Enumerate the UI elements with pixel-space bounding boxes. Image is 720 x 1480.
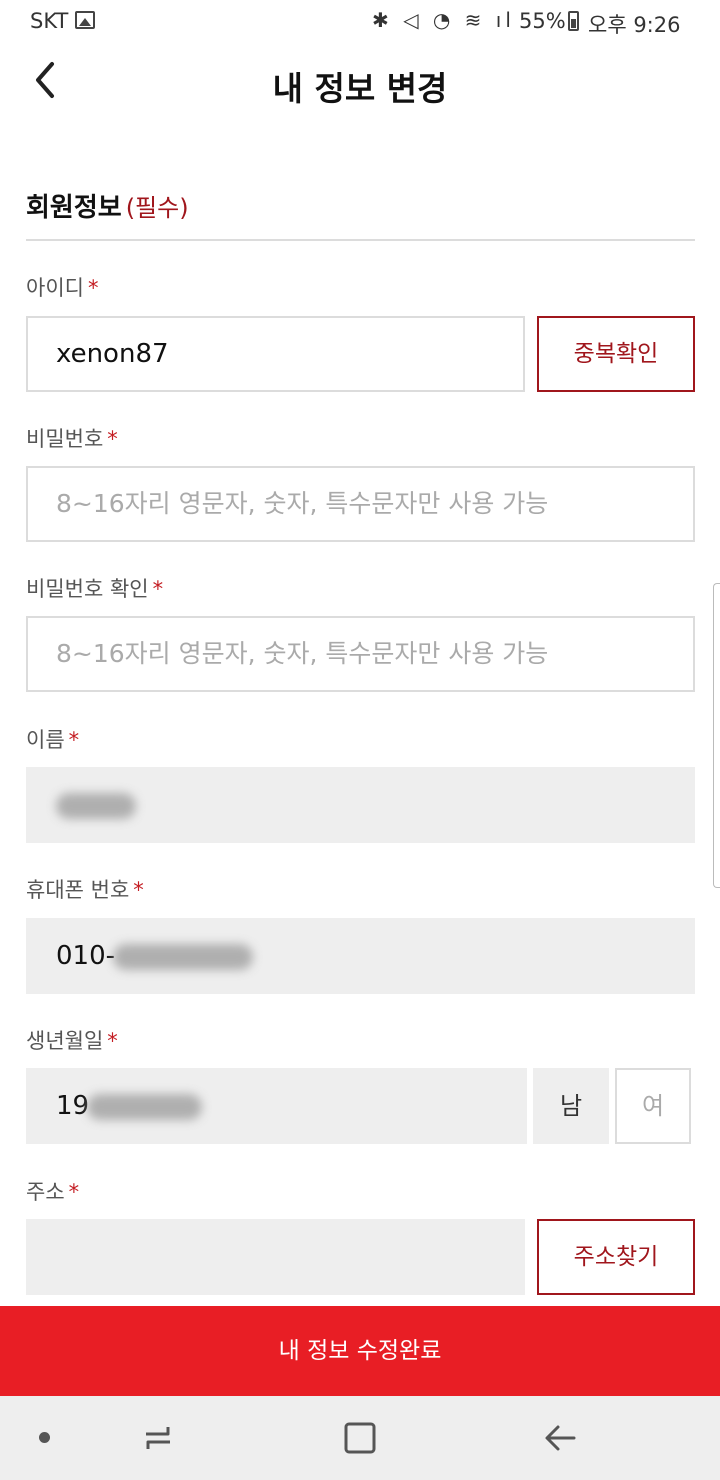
name-field bbox=[26, 767, 695, 843]
required-asterisk: * bbox=[68, 728, 80, 752]
page-title: 내 정보 변경 bbox=[272, 69, 448, 108]
required-asterisk: * bbox=[107, 427, 118, 451]
gallery-notification-icon bbox=[75, 11, 95, 29]
required-asterisk: * bbox=[133, 878, 144, 902]
home-square-icon bbox=[344, 1422, 376, 1454]
birth-value-prefix: 19 bbox=[56, 1091, 90, 1121]
submit-button[interactable]: 내 정보 수정완료 bbox=[0, 1306, 720, 1396]
phone-value-prefix: 010- bbox=[56, 941, 116, 971]
battery-percent: 55% bbox=[519, 9, 566, 33]
home-button[interactable] bbox=[340, 1418, 380, 1458]
phone-label-text: 휴대폰 번호 bbox=[26, 878, 130, 902]
password-label: 비밀번호 * bbox=[26, 423, 118, 453]
address-search-button[interactable]: 주소찾기 bbox=[537, 1219, 695, 1295]
id-input-value: xenon87 bbox=[56, 339, 169, 369]
nav-dot-icon bbox=[39, 1432, 50, 1443]
carrier-label: SKT bbox=[30, 9, 69, 33]
required-asterisk: * bbox=[152, 577, 164, 601]
name-label-text: 이름 bbox=[26, 728, 65, 752]
redacted-birthdate bbox=[87, 1093, 203, 1120]
password-confirm-label-text: 비밀번호 확인 bbox=[26, 577, 149, 601]
password-input[interactable]: 8~16자리 영문자, 숫자, 특수문자만 사용 가능 bbox=[26, 466, 695, 542]
required-asterisk: * bbox=[107, 1029, 118, 1053]
address-field[interactable] bbox=[26, 1219, 525, 1295]
password-confirm-label: 비밀번호 확인 * bbox=[26, 573, 163, 603]
back-arrow-icon bbox=[545, 1425, 576, 1451]
system-nav-bar bbox=[0, 1396, 720, 1480]
gender-female-option[interactable]: 여 bbox=[615, 1068, 691, 1144]
status-bar: SKT ✱ ◁ ◔ ≋ ıl 55% 오후 9:26 bbox=[0, 0, 720, 44]
id-input[interactable]: xenon87 bbox=[26, 316, 525, 392]
required-asterisk: * bbox=[87, 276, 99, 300]
password-placeholder: 8~16자리 영문자, 숫자, 특수문자만 사용 가능 bbox=[56, 489, 549, 518]
battery-icon bbox=[568, 11, 579, 31]
section-required-note: (필수) bbox=[125, 194, 189, 222]
recent-apps-button[interactable] bbox=[138, 1418, 178, 1458]
duplicate-check-button[interactable]: 중복확인 bbox=[537, 316, 695, 392]
birth-field: 19 bbox=[26, 1068, 527, 1144]
id-label-text: 아이디 bbox=[26, 276, 84, 300]
phone-field: 010- bbox=[26, 918, 695, 994]
name-label: 이름 * bbox=[26, 724, 79, 754]
birth-label-text: 생년월일 bbox=[26, 1029, 104, 1053]
password-confirm-placeholder: 8~16자리 영문자, 숫자, 특수문자만 사용 가능 bbox=[56, 639, 549, 668]
system-back-button[interactable] bbox=[540, 1418, 580, 1458]
id-label: 아이디 * bbox=[26, 272, 98, 302]
app-header: 내 정보 변경 bbox=[0, 44, 720, 124]
phone-label: 휴대폰 번호 * bbox=[26, 874, 144, 904]
address-label: 주소 * bbox=[26, 1176, 79, 1206]
password-confirm-input[interactable]: 8~16자리 영문자, 숫자, 특수문자만 사용 가능 bbox=[26, 616, 695, 692]
section-title: 회원정보 bbox=[26, 193, 122, 223]
redacted-phone bbox=[113, 943, 254, 970]
password-label-text: 비밀번호 bbox=[26, 427, 104, 451]
section-header: 회원정보 (필수) bbox=[26, 187, 695, 241]
recent-apps-icon bbox=[146, 1427, 170, 1449]
gender-male-option[interactable]: 남 bbox=[533, 1068, 609, 1144]
redacted-name bbox=[56, 792, 136, 819]
required-asterisk: * bbox=[68, 1180, 80, 1204]
address-label-text: 주소 bbox=[26, 1180, 65, 1204]
clock: 오후 9:26 bbox=[588, 13, 681, 37]
scroll-indicator[interactable] bbox=[713, 583, 720, 888]
status-icons: ✱ ◁ ◔ ≋ ıl bbox=[372, 8, 515, 32]
birth-label: 생년월일 * bbox=[26, 1025, 118, 1055]
